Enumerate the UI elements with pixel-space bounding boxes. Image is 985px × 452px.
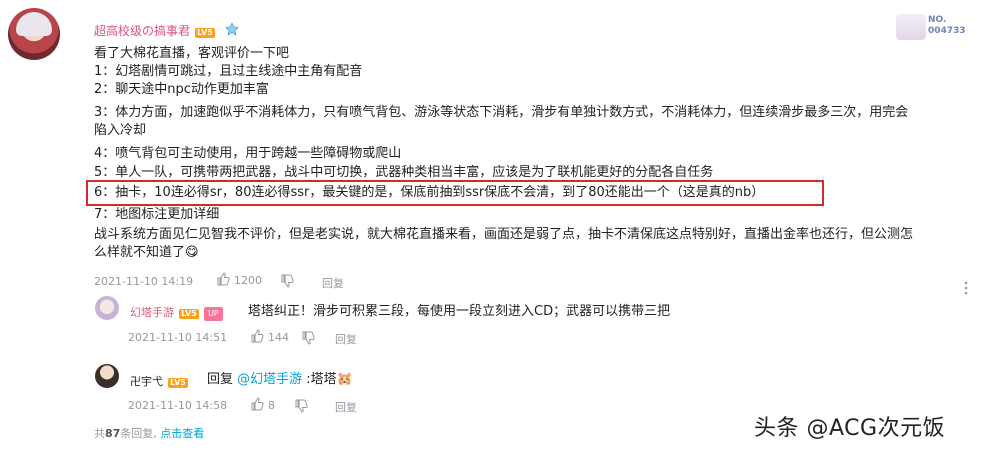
comment-line: 战斗系统方面见仁见智我不评价，但是老实说，就大棉花直播来看，画面还是弱了点，抽卡… <box>94 227 914 242</box>
reply-button[interactable]: 回复 <box>335 399 357 415</box>
summary-prefix: 共 <box>94 427 105 440</box>
fan-badge-avatar <box>896 14 926 40</box>
comment-header: 超高校级の搞事君 LV5 <box>94 20 240 40</box>
reply-button[interactable]: 回复 <box>335 331 357 347</box>
view-replies-link[interactable]: 点击查看 <box>160 427 204 440</box>
comment-line: 陷入冷却 <box>94 123 147 138</box>
fan-badge-number: NO. 004733 <box>928 15 966 36</box>
reply-header: 幻塔手游 LV5 UP <box>130 301 223 321</box>
level-badge: LV5 <box>168 378 188 388</box>
comment-line: 2：聊天途中npc动作更加丰富 <box>94 82 269 97</box>
comment-line: 7：地图标注更加详细 <box>94 207 220 222</box>
reply-username[interactable]: 卍宇弋 <box>130 375 163 388</box>
comment-line: 6：抽卡，10连必得sr，80连必得ssr，最关键的是，保底前抽到ssr保底不会… <box>94 185 765 200</box>
timestamp: 2021-11-10 14:51 <box>128 331 228 344</box>
level-badge: LV5 <box>195 28 215 38</box>
comment-line: 3：体力方面，加速跑似乎不消耗体力，只有喷气背包、游泳等状态下消耗，滑步有单独计… <box>94 105 909 120</box>
reply-avatar[interactable] <box>95 364 119 388</box>
avatar[interactable] <box>8 8 60 60</box>
reply-text: 回复 @幻塔手游 :塔塔🐹 <box>207 368 353 387</box>
like-button[interactable]: 1200 <box>216 272 262 289</box>
dislike-button[interactable] <box>301 330 315 349</box>
up-badge: UP <box>203 307 223 321</box>
mention-link[interactable]: @幻塔手游 <box>237 372 302 387</box>
emoji: 😋 <box>185 245 199 260</box>
like-count: 144 <box>268 331 289 344</box>
dislike-button[interactable] <box>294 398 308 417</box>
thumbs-up-icon <box>250 397 264 414</box>
dislike-button[interactable] <box>280 273 294 292</box>
reply-suffix: :塔塔 <box>302 372 337 387</box>
thumbs-down-icon <box>294 398 308 417</box>
reply-header: 卍宇弋 LV5 <box>130 370 188 389</box>
reply-count-summary: 共87条回复, 点击查看 <box>94 425 204 441</box>
thumbs-up-icon <box>250 329 264 346</box>
summary-suffix: 条回复, <box>120 427 157 440</box>
comment-line: 1：幻塔剧情可跳过，且过主线途中主角有配音 <box>94 64 363 79</box>
like-count: 8 <box>268 399 275 412</box>
like-button[interactable]: 8 <box>250 397 275 414</box>
timestamp: 2021-11-10 14:58 <box>128 399 228 412</box>
comment-line-text: 么样就不知道了 <box>94 245 186 260</box>
thumbs-down-icon <box>280 273 294 292</box>
reply-text: 塔塔纠正！滑步可积累三段，每使用一段立刻进入CD；武器可以携带三把 <box>248 304 671 319</box>
like-count: 1200 <box>234 274 262 287</box>
comment-line: 看了大棉花直播，客观评价一下吧 <box>94 46 290 61</box>
more-icon[interactable] <box>963 280 969 299</box>
comment-line: 5：单人一队，可携带两把武器，战斗中可切换，武器种类相当丰富，应该是为了联机能更… <box>94 165 714 180</box>
thumbs-down-icon <box>301 330 315 349</box>
comment-line: 么样就不知道了😋 <box>94 244 199 261</box>
watermark: 头条 @ACG次元饭 <box>754 416 946 441</box>
thumbs-up-icon <box>216 272 230 289</box>
timestamp: 2021-11-10 14:19 <box>94 275 194 288</box>
reply-button[interactable]: 回复 <box>322 275 344 291</box>
reply-prefix: 回复 <box>207 372 238 387</box>
like-button[interactable]: 144 <box>250 329 289 346</box>
level-badge: LV5 <box>179 309 199 319</box>
reply-username[interactable]: 幻塔手游 <box>130 306 174 319</box>
reply-avatar[interactable] <box>95 296 119 320</box>
comment-line: 4：喷气背包可主动使用，用于跨越一些障碍物或爬山 <box>94 146 402 161</box>
username[interactable]: 超高校级の搞事君 <box>94 24 190 38</box>
total-count: 87 <box>105 427 121 440</box>
star-icon <box>224 21 240 40</box>
emoji: 🐹 <box>336 372 353 387</box>
